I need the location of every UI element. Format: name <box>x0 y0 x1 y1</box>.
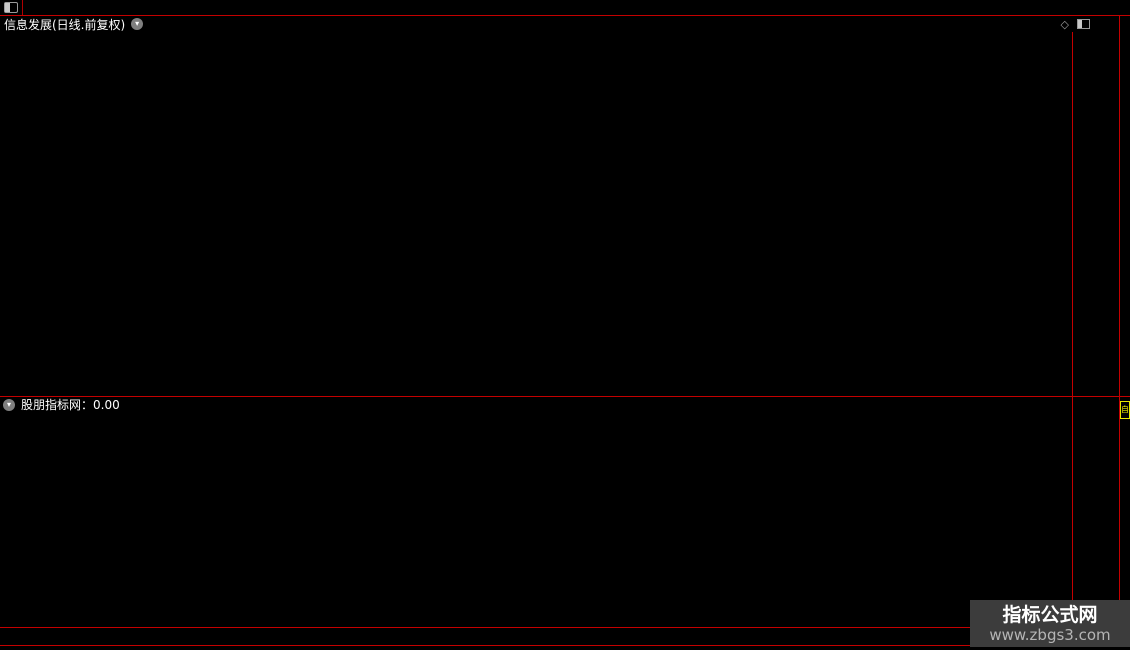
chevron-down-icon[interactable]: ▾ <box>131 18 144 30</box>
time-axis-bottom-line <box>0 645 1130 646</box>
chevron-down-icon[interactable]: ▾ <box>3 398 15 411</box>
time-axis[interactable] <box>0 627 1130 645</box>
main-candlestick-chart[interactable] <box>0 32 1072 396</box>
indicator-header: ▾ 股朋指标网 ： 0.00 <box>0 397 1070 412</box>
chart-title-bar: 信息发展(日线.前复权) ▾ ◇ <box>0 16 1130 32</box>
trading-app-window: 信息发展(日线.前复权) ▾ ◇ ▾ 股朋指标网 ： 0.00 自 指标公式网 … <box>0 0 1130 650</box>
watermark-url: www.zbgs3.com <box>989 625 1111 644</box>
toolbar-spacer <box>23 0 1130 15</box>
stock-title: 信息发展(日线.前复权) <box>4 17 126 32</box>
period-toolbar <box>0 0 1130 15</box>
diamond-icon[interactable]: ◇ <box>1061 18 1069 31</box>
indicator-separator: ： <box>81 398 94 412</box>
split-window-icon <box>4 2 18 13</box>
window-icon[interactable] <box>1077 19 1090 29</box>
layout-toggle-button[interactable] <box>0 0 23 15</box>
watermark-title: 指标公式网 <box>1002 603 1098 626</box>
price-axis-line <box>1072 32 1073 645</box>
indicator-value: 0.00 <box>93 397 120 412</box>
indicator-name: 股朋指标网 <box>21 398 82 412</box>
right-vertical-toolbar[interactable] <box>1120 16 1130 646</box>
title-bar-icons: ◇ <box>1061 18 1090 31</box>
auto-button[interactable]: 自 <box>1120 401 1130 419</box>
site-watermark: 指标公式网 www.zbgs3.com <box>970 600 1130 647</box>
indicator-chart[interactable] <box>0 412 1072 626</box>
